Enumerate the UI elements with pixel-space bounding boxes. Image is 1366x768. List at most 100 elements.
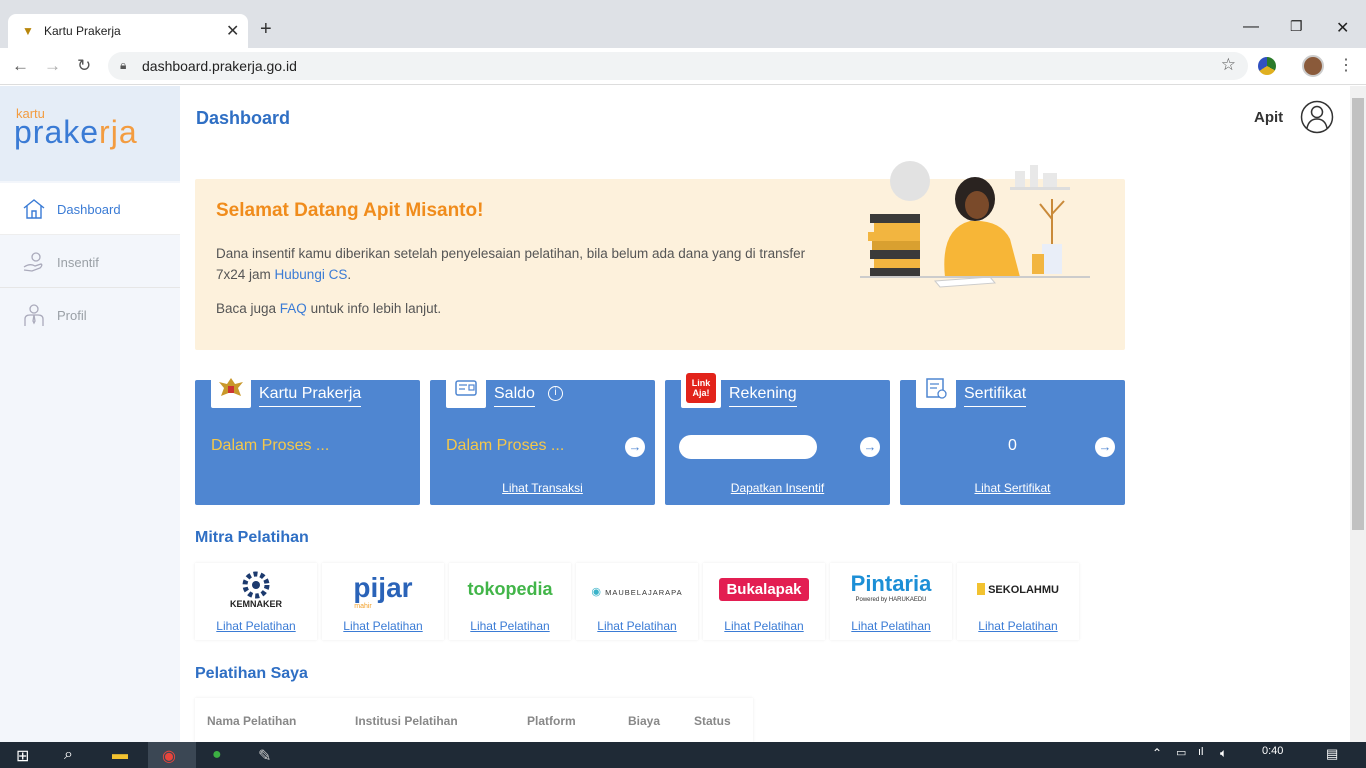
garuda-favicon-icon: ▼ [22,24,34,38]
partner-sekolahmu[interactable]: SEKOLAHMU Lihat Pelatihan [957,563,1079,640]
sidebar-item-dashboard[interactable]: Dashboard [0,183,180,235]
sidebar-item-profil[interactable]: Profil [0,289,180,341]
bukalapak-text: Bukalapak [719,578,809,601]
search-icon[interactable]: ⌕ [64,746,73,764]
pintaria-logo: Pintaria Powered by HARUKAEDU [830,571,952,611]
lihat-pelatihan-link[interactable]: Lihat Pelatihan [703,619,825,633]
partner-bukalapak[interactable]: Bukalapak Lihat Pelatihan [703,563,825,640]
kartu-prakerja-card: Kartu Prakerja Dalam Proses ... [195,370,420,505]
file-explorer-icon[interactable]: ▬ [112,746,128,764]
battery-icon[interactable]: ▭ [1176,746,1186,759]
maubelajarapa-label: MAUBELAJARAPA [605,588,683,597]
welcome-faq-text: Baca juga FAQ untuk info lebih lanjut. [216,301,441,316]
pijar-logo: pijar mahir [322,571,444,611]
browser-menu-icon[interactable]: ⋮ [1338,55,1354,75]
user-avatar-icon[interactable] [1300,100,1334,134]
minimize-icon[interactable]: — [1243,18,1259,36]
sertifikat-card: Sertifikat 0 → Lihat Sertifikat [900,370,1125,505]
tokopedia-logo: tokopedia [449,571,571,611]
card-title: Sertifikat [964,385,1027,407]
windows-taskbar: ⊞ ⌕ ▬ ◉ ● ✎ ⌃ ▭ ıl 🔈︎ 0:40 ▤ [0,742,1366,768]
linkaja-icon: Link Aja! [681,370,721,408]
notification-icon[interactable]: ▤ [1326,746,1338,762]
arrow-right-icon[interactable]: → [625,437,645,457]
pelatihan-saya-title: Pelatihan Saya [195,665,308,682]
rekening-card: Link Aja! Rekening → Dapatkan Insentif [665,370,890,505]
lihat-transaksi-link[interactable]: Lihat Transaksi [430,481,655,495]
welcome-text-b: . [347,267,352,282]
partner-tokopedia[interactable]: tokopedia Lihat Pelatihan [449,563,571,640]
paint-icon[interactable]: ✎ [258,746,271,766]
redacted-account-number [679,435,817,459]
lihat-pelatihan-link[interactable]: Lihat Pelatihan [830,619,952,633]
welcome-text: Dana insentif kamu diberikan setelah pen… [216,243,816,285]
address-bar[interactable]: 🔒︎ dashboard.prakerja.go.id ☆ [108,52,1248,80]
dapatkan-insentif-link[interactable]: Dapatkan Insentif [665,481,890,495]
maubelajarapa-text: ◉ MAUBELAJARAPA [576,585,698,598]
tray-chevron-icon[interactable]: ⌃ [1152,746,1162,760]
browser-tab[interactable]: ▼ Kartu Prakerja ✕ [8,14,248,48]
tab-title: Kartu Prakerja [44,24,121,38]
user-name[interactable]: Apit [1254,109,1283,126]
partner-maubelajarapa[interactable]: ◉ MAUBELAJARAPA Lihat Pelatihan [576,563,698,640]
page-scrollbar[interactable] [1350,86,1366,742]
sekolahmu-label: SEKOLAHMU [988,584,1059,596]
url-text[interactable]: dashboard.prakerja.go.id [142,58,297,74]
logo-big-text: prakerja [14,114,138,151]
info-icon[interactable]: i [548,386,563,401]
sidebar: kartu prakerja Dashboard Insentif Profil [0,86,180,742]
bukalapak-logo: Bukalapak [703,571,825,611]
forward-icon[interactable]: → [44,56,61,76]
faq-text-b: untuk info lebih lanjut. [306,301,442,316]
lihat-pelatihan-link[interactable]: Lihat Pelatihan [449,619,571,633]
saldo-card: Saldo i Dalam Proses ... → Lihat Transak… [430,370,655,505]
back-icon[interactable]: ← [12,56,29,76]
lihat-pelatihan-link[interactable]: Lihat Pelatihan [957,619,1079,633]
sertifikat-count: 0 [1008,437,1017,454]
bookmark-star-icon[interactable]: ☆ [1221,55,1236,75]
chrome-icon[interactable]: ◉ [162,746,176,766]
column-header: Institusi Pelatihan [355,714,458,728]
wifi-icon[interactable]: ıl [1198,746,1204,758]
arrow-right-icon[interactable]: → [860,437,880,457]
arrow-right-icon[interactable]: → [1095,437,1115,457]
reload-icon[interactable]: ↻ [77,56,91,76]
lihat-pelatihan-link[interactable]: Lihat Pelatihan [576,619,698,633]
lihat-pelatihan-link[interactable]: Lihat Pelatihan [322,619,444,633]
hubungi-cs-link[interactable]: Hubungi CS [275,267,348,282]
main-content: Dashboard Apit Selamat Datang Apit Misan… [180,86,1350,742]
card-status: Dalam Proses ... [211,437,330,454]
maubelajarapa-logo: ◉ MAUBELAJARAPA [576,571,698,611]
partner-pintaria[interactable]: Pintaria Powered by HARUKAEDU Lihat Pela… [830,563,952,640]
prakerja-logo[interactable]: kartu prakerja [0,86,180,181]
taskbar-clock[interactable]: 0:40 [1262,745,1283,757]
partner-kemnaker[interactable]: KEMNAKER Lihat Pelatihan [195,563,317,640]
column-header: Platform [527,714,576,728]
column-header: Nama Pelatihan [207,714,297,728]
lihat-pelatihan-link[interactable]: Lihat Pelatihan [195,619,317,633]
browser-profile-avatar[interactable] [1302,55,1324,77]
map-pin-icon: ◉ [591,586,603,598]
certificate-icon [916,370,956,408]
window-close-icon[interactable]: ✕ [1336,18,1349,38]
welcome-banner: Selamat Datang Apit Misanto! Dana insent… [195,161,1125,350]
column-header: Status [694,714,731,728]
sekolahmu-text: SEKOLAHMU [957,583,1079,596]
app-green-icon[interactable]: ● [212,746,222,764]
pintaria-text: Pintaria [850,571,932,596]
partner-pijar[interactable]: pijar mahir Lihat Pelatihan [322,563,444,640]
volume-icon[interactable]: 🔈︎ [1220,746,1227,761]
windows-start-icon[interactable]: ⊞ [16,746,29,766]
sidebar-item-insentif[interactable]: Insentif [0,236,180,288]
extension-icon[interactable] [1258,57,1276,75]
scrollbar-thumb[interactable] [1352,98,1364,530]
sidebar-item-label: Profil [57,308,87,323]
logo-part-b: rja [99,114,138,150]
tab-close-icon[interactable]: ✕ [226,21,239,41]
page-title: Dashboard [196,108,291,128]
restore-icon[interactable]: ❐ [1290,18,1303,35]
lihat-sertifikat-link[interactable]: Lihat Sertifikat [900,481,1125,495]
faq-link[interactable]: FAQ [280,301,307,316]
new-tab-icon[interactable]: + [260,18,272,41]
sidebar-item-label: Dashboard [57,202,121,217]
